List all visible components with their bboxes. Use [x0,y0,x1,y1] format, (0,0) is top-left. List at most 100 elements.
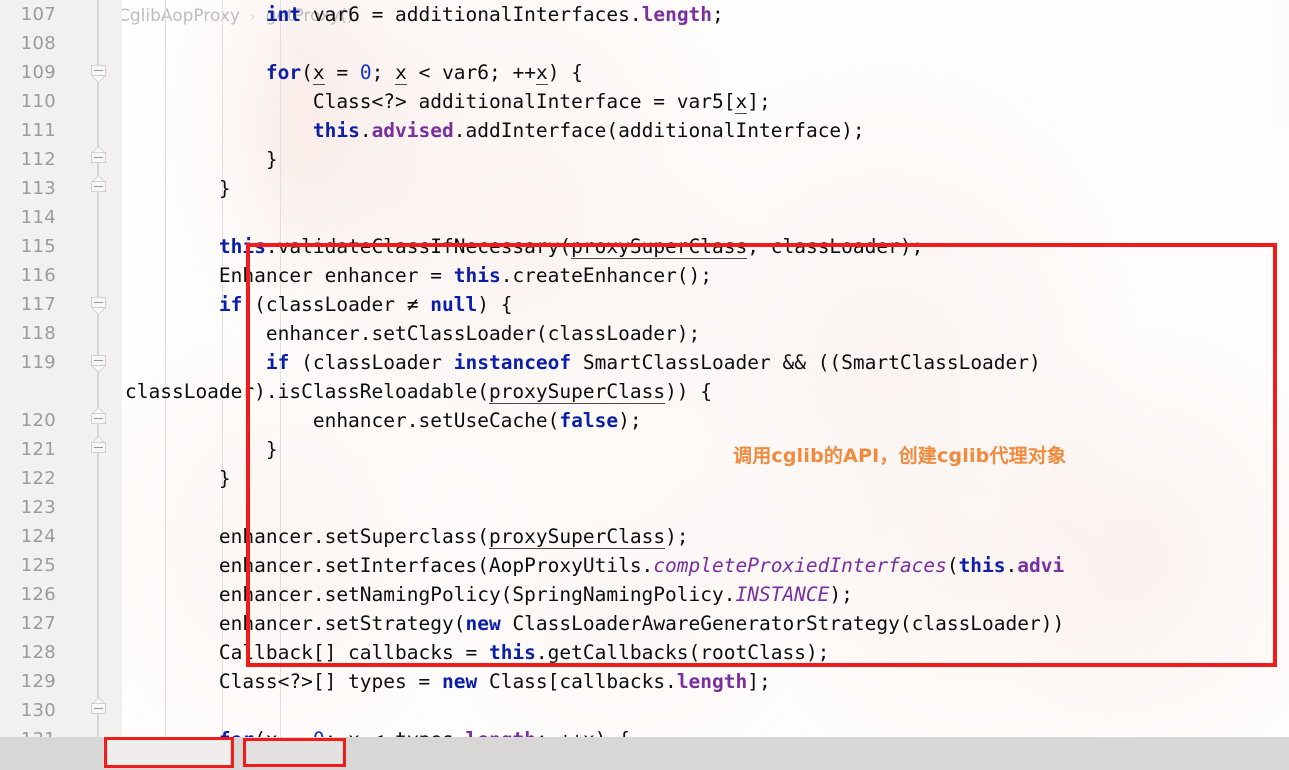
code-line: Callback[] callbacks = this.getCallbacks… [122,638,1289,667]
line-number-list: 107 108 109 110 111 112 113 114 115 116 117 118 119 1… [0,0,122,754]
code-line: this.advised.addInterface(additionalInte… [122,116,1289,145]
code-token: .validateClassIfNecessary( [265,235,572,258]
code-token: } [125,177,231,200]
code-line: } [122,464,1289,493]
code-fold-marker[interactable] [91,297,106,312]
code-line: Enhancer enhancer = this.createEnhancer(… [122,261,1289,290]
code-token: Class<?>[] types = [125,670,442,693]
code-token: var6 = additionalInterfaces. [301,3,642,26]
code-fold-marker[interactable] [91,65,106,80]
code-token: Class<?> additionalInterface = var5[ [125,90,736,113]
code-token: ; [325,728,348,737]
code-token: enhancer.setClassLoader(classLoader); [125,322,701,345]
line-number: 107 [20,4,56,25]
code-line: Class<?> additionalInterface = var5[x]; [122,87,1289,116]
code-token: .getCallbacks(rootClass); [535,641,830,664]
code-line: enhancer.setClassLoader(classLoader); [122,319,1289,348]
code-token: . [1005,554,1018,577]
code-token: . [359,119,372,142]
editor-window: 107 108 109 110 111 112 113 114 115 116 117 118 119 1… [0,0,1289,770]
code-token: = [324,61,360,84]
line-number: 118 [20,323,56,344]
code-token: , classLoader); [747,235,924,258]
code-token: if [265,351,290,374]
code-token: enhancer.setInterfaces(AopProxyUtils. [125,554,654,577]
code-token: x [265,728,278,737]
code-token: proxySuperClass [571,235,748,259]
code-token: SmartClassLoader && ((SmartClassLoader) [571,351,1041,374]
line-number: 127 [20,613,56,634]
code-line-list: int var6 = additionalInterfaces.length; … [122,0,1289,737]
code-token: ) { [595,728,630,737]
code-token: Callback[] callbacks = [125,641,489,664]
line-number: 115 [20,236,56,257]
code-token: } [125,148,278,171]
code-fold-marker[interactable] [91,355,106,370]
code-token: ]; [747,670,771,693]
code-fold-marker[interactable] [91,442,106,457]
code-line: if (classLoader instanceof SmartClassLoa… [122,348,1289,377]
code-token: null [430,293,478,316]
code-token: enhancer.setUseCache( [125,409,560,432]
line-number: 116 [20,265,56,286]
code-editor-area[interactable]: int var6 = additionalInterfaces.length; … [122,0,1289,737]
code-token: ; [712,3,724,26]
code-line: enhancer.setNamingPolicy(SpringNamingPol… [122,580,1289,609]
code-token: proxySuperClass [488,525,666,549]
code-token: Enhancer enhancer = [125,264,454,287]
code-line: Class<?>[] types = new Class[callbacks.l… [122,667,1289,696]
code-token: (classLoader ≠ [242,293,431,316]
code-token: instanceof [453,351,572,374]
code-token: x [348,728,360,737]
code-token: ( [946,554,959,577]
line-number: 111 [20,120,56,141]
code-token: for [265,61,302,84]
line-number: 126 [20,584,56,605]
line-number: 114 [20,207,56,228]
code-token: x [535,61,548,85]
code-token: completeProxiedInterfaces [653,554,947,577]
code-token: this [312,119,360,142]
code-token: ; [371,61,396,84]
line-number: 125 [20,555,56,576]
code-token: enhancer.setSuperclass( [125,525,489,548]
line-number: 124 [20,526,56,547]
code-line: this.validateClassIfNecessary(proxySuper… [122,232,1289,261]
code-token: ]; [747,90,771,113]
code-token: ClassLoaderAwareGeneratorStrategy(classL… [500,612,1065,635]
code-fold-marker[interactable] [91,152,106,167]
code-token: this [958,554,1006,577]
code-token: int [265,3,302,26]
code-token: ( [301,61,313,84]
code-line: } [122,145,1289,174]
code-fold-marker[interactable] [91,703,106,718]
code-token: advised [371,119,454,142]
line-number: 108 [20,33,56,54]
code-token: this [453,264,501,287]
code-token: ) { [477,293,513,316]
code-fold-marker[interactable] [91,413,106,428]
code-token: this [488,641,536,664]
code-line: int var6 = additionalInterfaces.length; [122,0,1289,29]
line-number: 122 [20,468,56,489]
code-token: ); [618,409,642,432]
code-token: < var6; ++ [406,61,536,84]
code-token: new [465,612,501,635]
code-fold-marker[interactable] [91,181,106,196]
code-token: length [676,670,748,693]
annotation-note-text: 调用cglib的API，创建cglib代理对象 [733,445,1067,467]
code-token: ); [665,525,689,548]
line-number: 129 [20,671,56,692]
code-token: } [125,438,278,461]
code-token: enhancer.setStrategy( [125,612,466,635]
code-token: )) { [665,380,713,403]
code-token: if [218,293,243,316]
breadcrumb-item-highlight [247,740,342,765]
code-line: enhancer.setInterfaces(AopProxyUtils.com… [122,551,1289,580]
